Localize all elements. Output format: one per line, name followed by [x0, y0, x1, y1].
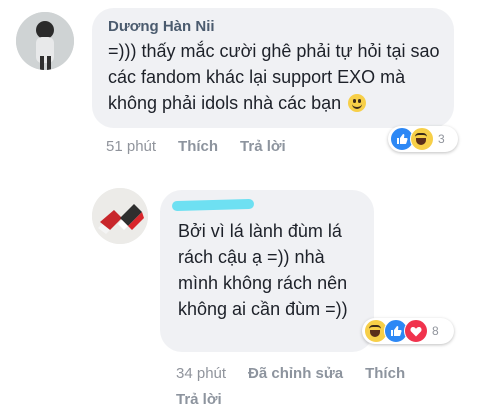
- comment-text: =))) thấy mắc cười ghê phải tự hỏi tại s…: [108, 41, 440, 113]
- reaction-count: 3: [438, 132, 445, 146]
- reply-text: Bởi vì lá lành đùm lá rách cậu ạ =)) nhà…: [178, 221, 348, 319]
- reaction-count: 8: [432, 324, 439, 338]
- haha-reaction-icon: [410, 127, 434, 151]
- redacted-author-name: [171, 198, 255, 212]
- comment-timestamp[interactable]: 51 phút: [106, 138, 156, 155]
- commenter-avatar[interactable]: [16, 12, 74, 70]
- reply-timestamp[interactable]: 34 phút: [176, 365, 226, 382]
- like-button[interactable]: Thích: [178, 138, 218, 155]
- comment-meta: 51 phút Thích Trả lời: [106, 138, 286, 155]
- reply-bubble: Bởi vì lá lành đùm lá rách cậu ạ =)) nhà…: [160, 190, 374, 352]
- reply-button[interactable]: Trả lời: [240, 138, 286, 155]
- replier-avatar[interactable]: [92, 188, 148, 244]
- comment-bubble: Dương Hàn Nii =))) thấy mắc cười ghê phả…: [92, 8, 454, 128]
- reaction-summary[interactable]: 3: [388, 126, 458, 152]
- smile-emoji-icon: [348, 94, 367, 112]
- edited-label[interactable]: Đã chỉnh sửa: [248, 365, 343, 382]
- reaction-summary[interactable]: 8: [362, 318, 454, 344]
- like-button[interactable]: Thích: [365, 365, 405, 382]
- reply-meta: 34 phút Đã chỉnh sửa Thích: [176, 365, 405, 382]
- comment-author[interactable]: Dương Hàn Nii: [108, 18, 215, 35]
- love-reaction-icon: [404, 319, 428, 343]
- reply-button[interactable]: Trả lời: [176, 391, 222, 408]
